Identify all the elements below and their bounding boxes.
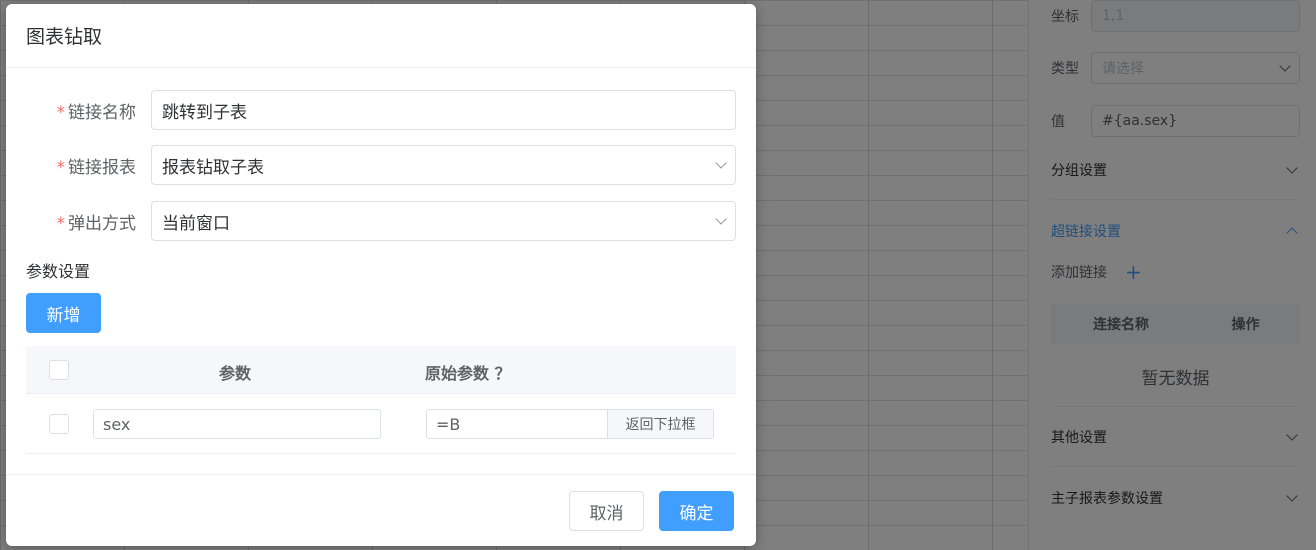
required-mark: * — [56, 102, 66, 123]
link-report-value: 报表钻取子表 — [162, 157, 264, 178]
required-mark: * — [56, 213, 66, 234]
popup-mode-value: 当前窗口 — [162, 213, 230, 234]
table-row: sex =B 返回下拉框 — [26, 394, 736, 454]
popup-mode-label: * 弹出方式 — [26, 209, 151, 234]
link-name-label-text: 链接名称 — [68, 102, 136, 123]
param-input[interactable]: sex — [93, 409, 381, 439]
dialog-header: 图表钻取 — [6, 4, 756, 68]
link-report-label-text: 链接报表 — [68, 157, 136, 178]
link-name-label: * 链接名称 — [26, 98, 151, 123]
link-name-input[interactable]: 跳转到子表 — [151, 90, 736, 130]
cancel-button[interactable]: 取消 — [569, 491, 644, 531]
link-report-row: * 链接报表 报表钻取子表 — [26, 145, 736, 185]
chevron-down-icon — [715, 213, 727, 225]
chevron-down-icon — [715, 157, 727, 169]
param-table: 参数 原始参数 ？ sex =B 返回下拉框 — [26, 346, 736, 454]
link-name-row: * 链接名称 跳转到子表 — [26, 90, 736, 130]
popup-mode-label-text: 弹出方式 — [68, 213, 136, 234]
params-section-title: 参数设置 — [26, 262, 91, 281]
add-param-button[interactable]: 新增 — [26, 293, 101, 333]
popup-mode-row: * 弹出方式 当前窗口 — [26, 201, 736, 241]
dialog-title: 图表钻取 — [26, 26, 103, 48]
select-all-checkbox[interactable] — [49, 360, 69, 380]
row-checkbox[interactable] — [49, 414, 69, 434]
param-header: 参数 — [219, 364, 252, 383]
required-mark: * — [56, 157, 66, 178]
param-table-header: 参数 原始参数 ？ — [26, 346, 736, 394]
original-param-value: =B — [436, 414, 461, 434]
confirm-button[interactable]: 确定 — [659, 491, 734, 531]
original-param-input[interactable]: =B — [426, 409, 608, 439]
link-name-value: 跳转到子表 — [162, 102, 247, 123]
link-report-select[interactable]: 报表钻取子表 — [151, 145, 736, 185]
link-report-label: * 链接报表 — [26, 153, 151, 178]
original-param-header: 原始参数 ？ — [425, 364, 511, 383]
popup-mode-select[interactable]: 当前窗口 — [151, 201, 736, 241]
drilldown-dialog: 图表钻取 * 链接名称 跳转到子表 * 链接报表 报表钻取子表 * 弹出方式 当前窗口… — [6, 4, 756, 546]
return-dropdown-button[interactable]: 返回下拉框 — [608, 409, 714, 439]
footer-divider — [6, 474, 756, 475]
param-value: sex — [103, 414, 131, 434]
